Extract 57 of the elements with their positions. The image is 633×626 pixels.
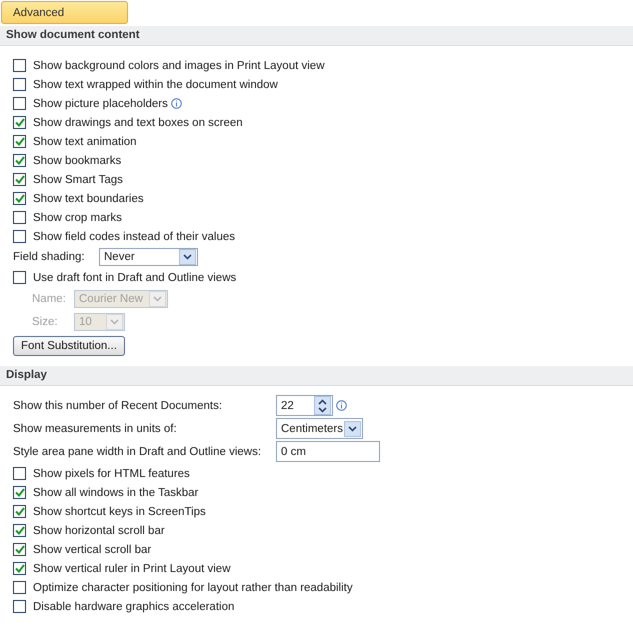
checkbox-label: Show field codes instead of their values bbox=[33, 230, 236, 242]
checkbox-label: Show vertical ruler in Print Layout view bbox=[33, 562, 230, 574]
checkbox-label: Optimize character positioning for layout rather than readability bbox=[33, 582, 353, 594]
checkbox[interactable] bbox=[13, 116, 26, 129]
chevron-down-icon bbox=[110, 318, 119, 324]
checkbox[interactable] bbox=[13, 154, 26, 167]
spinner-arrows-icon bbox=[318, 398, 327, 412]
checkbox[interactable] bbox=[13, 78, 26, 91]
checkbox-label: Show text boundaries bbox=[33, 192, 144, 204]
checkbox[interactable] bbox=[13, 562, 26, 575]
checkbox-label: Show horizontal scroll bar bbox=[33, 524, 165, 536]
text-field[interactable]: 0 cm bbox=[276, 441, 380, 462]
checkbox[interactable] bbox=[13, 486, 26, 499]
field-label: Field shading: bbox=[13, 251, 86, 263]
field-label: Name: bbox=[32, 292, 67, 304]
checkbox-label: Show bookmarks bbox=[33, 154, 122, 166]
checkbox-label: Use draft font in Draft and Outline views bbox=[33, 272, 236, 284]
checkbox[interactable] bbox=[13, 211, 26, 224]
checkbox[interactable] bbox=[13, 543, 26, 556]
number-spinner[interactable]: 22 bbox=[276, 395, 333, 416]
checkbox[interactable] bbox=[13, 581, 26, 594]
checkbox[interactable] bbox=[13, 524, 26, 537]
dropdown[interactable]: Centimeters bbox=[276, 418, 363, 439]
chevron-down-icon bbox=[348, 426, 357, 432]
checkbox-label: Show shortcut keys in ScreenTips bbox=[33, 506, 206, 518]
checkbox-label: Show background colors and images in Print Layout view bbox=[33, 60, 324, 72]
checkbox[interactable] bbox=[13, 271, 26, 284]
checkbox[interactable] bbox=[13, 467, 26, 480]
chevron-down-icon bbox=[183, 254, 192, 260]
field-label: Size: bbox=[32, 316, 59, 328]
checkbox-label: Disable hardware graphics acceleration bbox=[33, 600, 234, 612]
checkbox[interactable] bbox=[13, 600, 26, 613]
checkbox[interactable] bbox=[13, 173, 26, 186]
advanced-tab[interactable]: Advanced bbox=[1, 1, 128, 24]
checkbox-label: Show Smart Tags bbox=[33, 174, 123, 186]
font-substitution-button[interactable]: Font Substitution... bbox=[13, 336, 125, 356]
section-header: Display bbox=[0, 366, 633, 386]
checkbox-label: Show text wrapped within the document window bbox=[33, 78, 278, 90]
dropdown[interactable]: Never bbox=[99, 248, 198, 266]
chevron-down-icon bbox=[153, 296, 162, 302]
checkbox-label: Show drawings and text boxes on screen bbox=[33, 116, 243, 128]
checkbox[interactable] bbox=[13, 192, 26, 205]
checkbox-label: Show text animation bbox=[33, 136, 137, 148]
checkbox-label: Show pixels for HTML features bbox=[33, 468, 190, 480]
field-label: Show this number of Recent Documents: bbox=[13, 400, 224, 412]
field-label: Style area pane width in Draft and Outline views: bbox=[13, 446, 262, 458]
checkbox[interactable] bbox=[13, 505, 26, 518]
checkbox[interactable] bbox=[13, 230, 26, 243]
checkbox-label: Show picture placeholders bbox=[33, 98, 168, 110]
checkbox-label: Show crop marks bbox=[33, 212, 122, 224]
checkbox[interactable] bbox=[13, 135, 26, 148]
checkbox-label: Show all windows in the Taskbar bbox=[33, 486, 198, 498]
checkbox[interactable] bbox=[13, 59, 26, 72]
section-header: Show document content bbox=[0, 26, 633, 46]
field-label: Show measurements in units of: bbox=[13, 422, 178, 434]
checkbox-label: Show vertical scroll bar bbox=[33, 544, 152, 556]
checkbox[interactable] bbox=[13, 97, 26, 110]
